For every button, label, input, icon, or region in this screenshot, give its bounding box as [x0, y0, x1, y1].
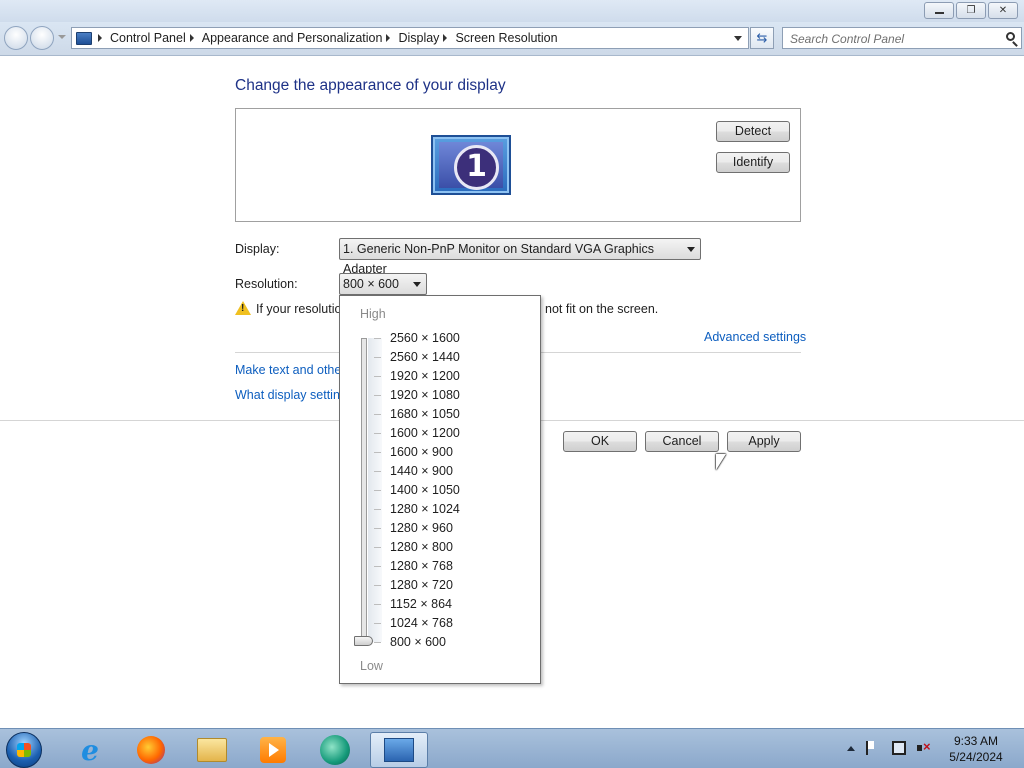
forward-button[interactable]: [30, 26, 54, 50]
resolution-option[interactable]: 1280 × 1024: [370, 500, 530, 519]
monitor-icon[interactable]: 1: [431, 135, 511, 195]
action-center-flag-icon[interactable]: [866, 741, 880, 755]
resolution-option[interactable]: 1600 × 900: [370, 443, 530, 462]
resolution-option[interactable]: 1152 × 864: [370, 595, 530, 614]
resolution-slider-track[interactable]: [361, 338, 367, 642]
clock-date: 5/24/2024: [949, 750, 1003, 764]
monitor-panel: 1 Detect Identify: [235, 108, 801, 222]
breadcrumb-appearance[interactable]: Appearance and Personalization: [202, 31, 383, 45]
resolution-options: 2560 × 1600 2560 × 1440 1920 × 1200 1920…: [370, 329, 530, 652]
detect-button[interactable]: Detect: [716, 121, 790, 142]
address-dropdown-icon[interactable]: [734, 36, 742, 41]
recent-pages-dropdown[interactable]: [58, 35, 66, 39]
maximize-button[interactable]: ❐: [956, 2, 986, 19]
resolution-option[interactable]: 1920 × 1200: [370, 367, 530, 386]
apply-button[interactable]: Apply: [727, 431, 801, 452]
monitor-screen: 1: [439, 142, 503, 190]
breadcrumb-screen-resolution[interactable]: Screen Resolution: [455, 31, 557, 45]
close-button[interactable]: ✕: [988, 2, 1018, 19]
search-box[interactable]: Search Control Panel: [782, 27, 1022, 49]
search-icon[interactable]: [1006, 32, 1015, 41]
network-icon[interactable]: [892, 741, 906, 755]
warning-icon: [235, 301, 251, 315]
control-panel-icon: [384, 738, 414, 762]
resolution-option[interactable]: 1280 × 800: [370, 538, 530, 557]
minimize-button[interactable]: [924, 2, 954, 19]
resolution-option[interactable]: 1280 × 768: [370, 557, 530, 576]
resolution-option[interactable]: 1440 × 900: [370, 462, 530, 481]
high-label: High: [360, 307, 386, 321]
resolution-option[interactable]: 1680 × 1050: [370, 405, 530, 424]
text-size-link[interactable]: Make text and other: [235, 363, 345, 377]
breadcrumb-separator[interactable]: [443, 34, 448, 42]
resolution-option[interactable]: 2560 × 1440: [370, 348, 530, 367]
monitor-number: 1: [454, 145, 499, 190]
low-label: Low: [360, 659, 383, 673]
media-player-button[interactable]: [246, 732, 300, 768]
resolution-option[interactable]: 1280 × 720: [370, 576, 530, 595]
resolution-select[interactable]: 800 × 600: [339, 273, 427, 295]
breadcrumb-separator[interactable]: [98, 34, 102, 42]
resolution-option[interactable]: 1024 × 768: [370, 614, 530, 633]
control-panel-taskbar-button[interactable]: [370, 732, 428, 768]
search-input[interactable]: Search Control Panel: [790, 32, 904, 46]
breadcrumb-separator[interactable]: [189, 34, 194, 42]
volume-muted-icon[interactable]: [917, 739, 931, 755]
file-explorer-button[interactable]: [185, 732, 239, 768]
window-controls: ❐ ✕: [924, 2, 1018, 19]
clock-time: 9:33 AM: [953, 734, 999, 748]
page-title: Change the appearance of your display: [235, 77, 506, 94]
taskbar: e 9:33 AM 5/24/2024: [0, 728, 1024, 768]
identify-button[interactable]: Identify: [716, 152, 790, 173]
back-button[interactable]: [4, 26, 28, 50]
breadcrumb-display[interactable]: Display: [398, 31, 439, 45]
resolution-option[interactable]: 1280 × 960: [370, 519, 530, 538]
mouse-cursor-icon: [716, 454, 726, 470]
navigation-bar: Control Panel Appearance and Personaliza…: [0, 22, 1024, 56]
breadcrumb-control-panel[interactable]: Control Panel: [110, 31, 186, 45]
resolution-label: Resolution:: [235, 277, 298, 291]
refresh-button[interactable]: ⇆: [750, 27, 774, 49]
start-button[interactable]: [6, 732, 42, 768]
app-icon: [320, 735, 350, 765]
cancel-button[interactable]: Cancel: [645, 431, 719, 452]
control-panel-icon: [76, 31, 92, 45]
media-player-icon: [260, 737, 286, 763]
warning-text: If your resolutio: [256, 302, 342, 316]
ok-button[interactable]: OK: [563, 431, 637, 452]
advanced-settings-link[interactable]: Advanced settings: [704, 330, 806, 344]
resolution-option[interactable]: 1600 × 1200: [370, 424, 530, 443]
address-bar[interactable]: Control Panel Appearance and Personaliza…: [71, 27, 749, 49]
show-hidden-icons-button[interactable]: [847, 746, 855, 751]
system-clock[interactable]: 9:33 AM 5/24/2024: [938, 733, 1014, 765]
app-button[interactable]: [308, 732, 362, 768]
display-select[interactable]: 1. Generic Non-PnP Monitor on Standard V…: [339, 238, 701, 276]
resolution-dropdown: High 2560 × 1600 2560 × 1440 1920 × 1200…: [339, 295, 541, 684]
display-label: Display:: [235, 242, 280, 256]
resolution-option[interactable]: 1400 × 1050: [370, 481, 530, 500]
internet-explorer-icon: e: [81, 733, 99, 767]
firefox-icon: [137, 736, 165, 764]
breadcrumb-separator[interactable]: [386, 34, 391, 42]
resolution-option-selected[interactable]: 800 × 600: [370, 633, 530, 652]
file-explorer-icon: [197, 738, 227, 762]
internet-explorer-button[interactable]: e: [63, 732, 117, 768]
resolution-option[interactable]: 2560 × 1600: [370, 329, 530, 348]
display-settings-help-link[interactable]: What display setting: [235, 388, 347, 402]
firefox-button[interactable]: [124, 732, 178, 768]
title-bar: ❐ ✕: [0, 0, 1024, 22]
resolution-option[interactable]: 1920 × 1080: [370, 386, 530, 405]
warning-text-end: not fit on the screen.: [545, 302, 659, 316]
